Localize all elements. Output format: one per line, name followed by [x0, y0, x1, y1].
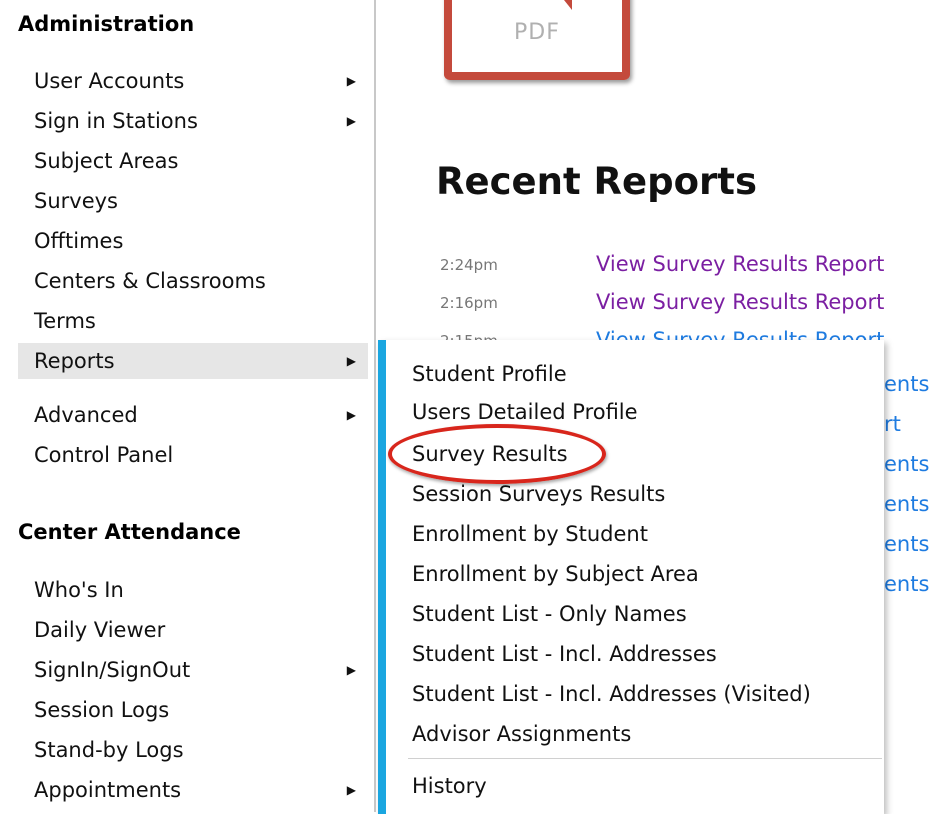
annotation-highlight-circle [388, 424, 606, 484]
sidebar-item-label: Control Panel [34, 443, 174, 467]
sidebar-item-whos-in[interactable]: Who's In [18, 572, 368, 608]
submenu-divider [408, 758, 882, 759]
sidebar-item-label: Advanced [34, 403, 138, 427]
sidebar-item-label: Centers & Classrooms [34, 269, 266, 293]
sidebar-item-label: Subject Areas [34, 149, 179, 173]
sidebar-item-label: Session Logs [34, 698, 170, 722]
submenu-arrow-icon: ▶ [346, 783, 356, 797]
sidebar-item-standby-logs[interactable]: Stand-by Logs [18, 732, 368, 768]
report-link-fragment[interactable]: rt [884, 412, 901, 436]
submenu-arrow-icon: ▶ [346, 408, 356, 422]
sidebar-item-surveys[interactable]: Surveys [18, 183, 368, 219]
report-time: 2:24pm [440, 256, 498, 274]
report-time: 2:16pm [440, 294, 498, 312]
sidebar-item-signin-signout[interactable]: SignIn/SignOut ▶ [18, 652, 368, 688]
sidebar-item-label: Who's In [34, 578, 124, 602]
sidebar-item-label: Surveys [34, 189, 118, 213]
sidebar-item-label: Offtimes [34, 229, 124, 253]
pdf-icon-label: PDF [514, 20, 560, 45]
sidebar-item-label: Reports [34, 349, 115, 373]
administration-heading: Administration [18, 12, 195, 36]
sidebar-item-advanced[interactable]: Advanced ▶ [18, 397, 368, 433]
submenu-item-users-detailed-profile[interactable]: Users Detailed Profile [412, 400, 638, 424]
sidebar-item-label: Terms [34, 309, 96, 333]
sidebar-item-label: Appointments [34, 778, 182, 802]
sidebar-item-label: SignIn/SignOut [34, 658, 191, 682]
center-attendance-heading: Center Attendance [18, 520, 241, 544]
recent-reports-title: Recent Reports [436, 160, 757, 203]
report-link-fragment[interactable]: ents [884, 532, 929, 556]
submenu-item-student-list-addresses[interactable]: Student List - Incl. Addresses [412, 642, 717, 666]
report-link-fragment[interactable]: ents [884, 492, 929, 516]
sidebar-item-subject-areas[interactable]: Subject Areas [18, 143, 368, 179]
submenu-arrow-icon: ▶ [346, 114, 356, 128]
submenu-item-student-list-only-names[interactable]: Student List - Only Names [412, 602, 687, 626]
sidebar-item-label: Sign in Stations [34, 109, 198, 133]
reports-submenu: Student Profile Users Detailed Profile S… [378, 340, 884, 814]
submenu-arrow-icon: ▶ [346, 354, 356, 368]
sidebar-item-control-panel[interactable]: Control Panel [18, 437, 368, 473]
sidebar-item-session-logs[interactable]: Session Logs [18, 692, 368, 728]
pdf-corner-decoration [548, 0, 572, 10]
submenu-arrow-icon: ▶ [346, 74, 356, 88]
report-link-fragment[interactable]: ents [884, 372, 929, 396]
sidebar-item-appointments[interactable]: Appointments ▶ [18, 772, 368, 808]
sidebar-item-label: User Accounts [34, 69, 185, 93]
submenu-item-session-surveys-results[interactable]: Session Surveys Results [412, 482, 665, 506]
view-report-link[interactable]: View Survey Results Report [596, 252, 884, 276]
pdf-icon[interactable]: PDF [444, 0, 630, 80]
sidebar-item-label: Stand-by Logs [34, 738, 184, 762]
sidebar-item-user-accounts[interactable]: User Accounts ▶ [18, 63, 368, 99]
submenu-item-enrollment-by-student[interactable]: Enrollment by Student [412, 522, 648, 546]
sidebar-item-label: Daily Viewer [34, 618, 166, 642]
submenu-item-enrollment-by-subject-area[interactable]: Enrollment by Subject Area [412, 562, 699, 586]
sidebar-item-reports[interactable]: Reports ▶ [18, 343, 368, 379]
report-link-fragment[interactable]: ents [884, 572, 929, 596]
view-report-link[interactable]: View Survey Results Report [596, 290, 884, 314]
sidebar-item-offtimes[interactable]: Offtimes [18, 223, 368, 259]
sidebar-item-sign-in-stations[interactable]: Sign in Stations ▶ [18, 103, 368, 139]
sidebar-nav: Administration User Accounts ▶ Sign in S… [0, 0, 376, 812]
sidebar-item-daily-viewer[interactable]: Daily Viewer [18, 612, 368, 648]
submenu-item-student-profile[interactable]: Student Profile [412, 362, 567, 386]
submenu-item-student-list-addresses-visited[interactable]: Student List - Incl. Addresses (Visited) [412, 682, 811, 706]
sidebar-item-centers-classrooms[interactable]: Centers & Classrooms [18, 263, 368, 299]
submenu-item-history[interactable]: History [412, 774, 487, 798]
submenu-item-advisor-assignments[interactable]: Advisor Assignments [412, 722, 631, 746]
sidebar-item-terms[interactable]: Terms [18, 303, 368, 339]
report-link-fragment[interactable]: ents [884, 452, 929, 476]
submenu-arrow-icon: ▶ [346, 663, 356, 677]
